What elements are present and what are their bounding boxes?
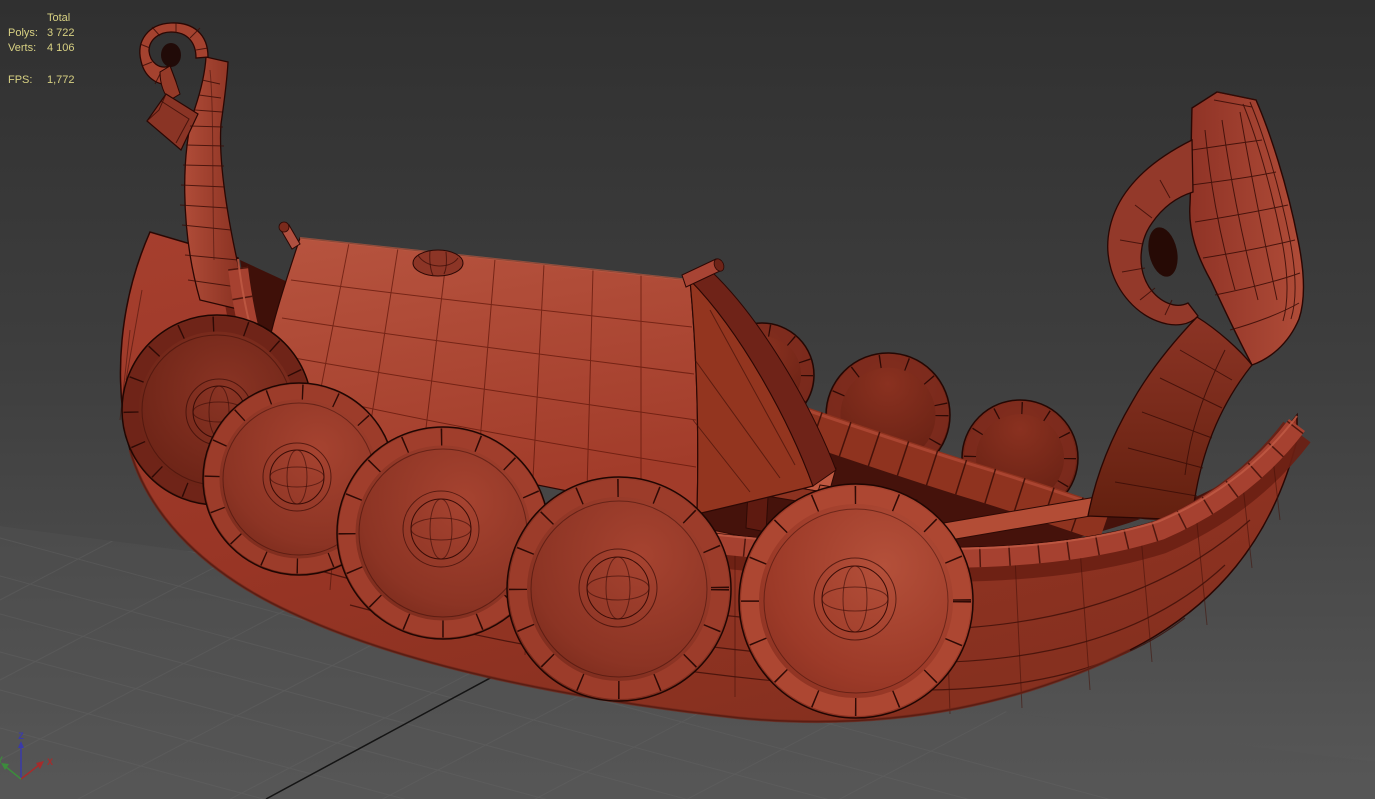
shield xyxy=(506,476,732,702)
stats-header-spacer xyxy=(8,11,47,26)
mast-knob xyxy=(412,249,464,277)
axis-y-label: Y xyxy=(0,755,3,765)
stats-polys-label: Polys: xyxy=(8,27,38,39)
stats-row-verts: Verts: 4 106 xyxy=(8,41,75,56)
stats-row-fps: FPS: 1,772 xyxy=(8,73,75,88)
shield xyxy=(738,483,974,719)
axis-x-label: X xyxy=(47,757,53,767)
stats-row-polys: Polys: 3 722 xyxy=(8,26,75,41)
stats-verts-value: 4 106 xyxy=(47,42,75,54)
viewport-3d[interactable]: Z X Y Total Polys: 3 722 Verts: 4 106 FP… xyxy=(0,0,1375,799)
stats-fps-label: FPS: xyxy=(8,74,33,86)
statistics-overlay: Total Polys: 3 722 Verts: 4 106 FPS: 1,7… xyxy=(8,11,75,88)
stats-header-row: Total xyxy=(8,11,75,26)
stats-fps-value: 1,772 xyxy=(47,74,75,86)
axis-z-label: Z xyxy=(18,731,24,741)
stats-verts-label: Verts: xyxy=(8,42,37,54)
viewport-canvas[interactable]: Z X Y xyxy=(0,0,1375,799)
stats-polys-value: 3 722 xyxy=(47,27,75,39)
stats-total-header: Total xyxy=(47,12,71,24)
